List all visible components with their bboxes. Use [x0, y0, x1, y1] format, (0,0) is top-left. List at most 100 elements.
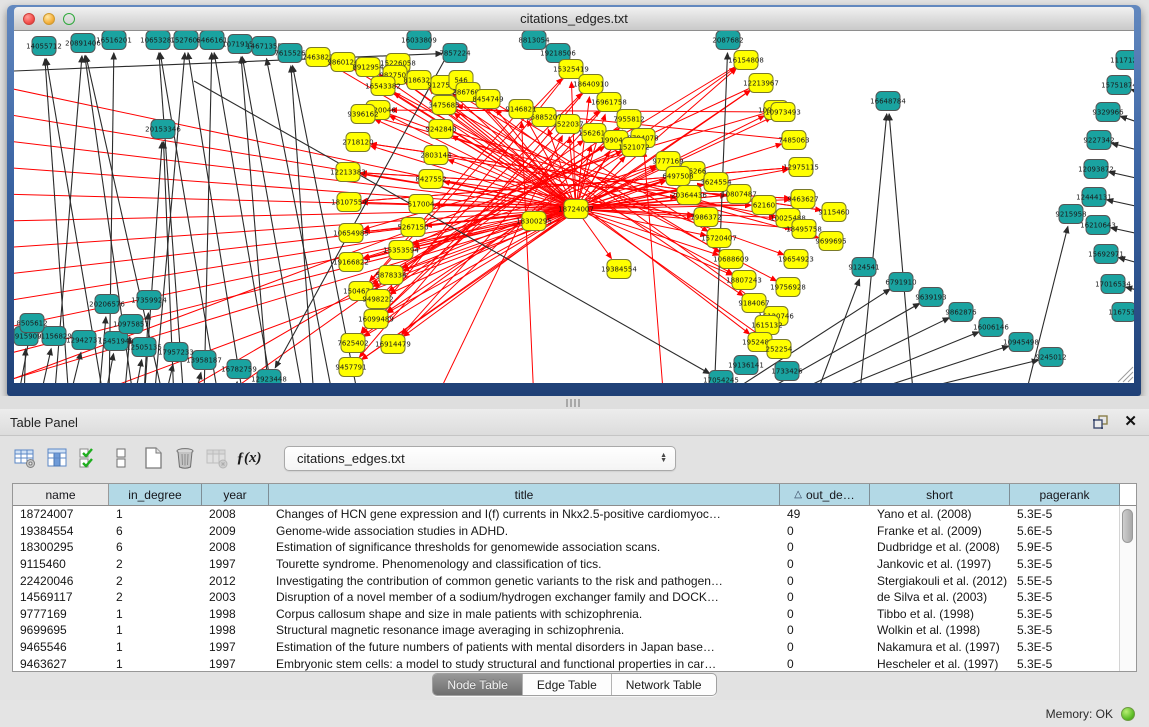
table-cell[interactable]: Dudbridge et al. (2008)	[870, 540, 1010, 554]
column-header-out_de[interactable]: △out_de…	[780, 484, 870, 505]
graph-node[interactable]: 9396162	[347, 105, 378, 124]
graph-node[interactable]: 12093872	[1078, 160, 1114, 179]
graph-node[interactable]: 16648784	[870, 92, 906, 111]
table-cell[interactable]: 49	[780, 507, 870, 521]
table-cell[interactable]: 18724007	[13, 507, 109, 521]
table-cell[interactable]: Disruption of a novel member of a sodium…	[269, 590, 780, 604]
graph-node[interactable]: 9242848	[425, 120, 456, 139]
graph-node[interactable]: 20206576	[89, 295, 125, 314]
table-cell[interactable]: 22420046	[13, 574, 109, 588]
graph-node[interactable]: 16033809	[401, 31, 437, 50]
graph-node[interactable]: 2803144	[420, 146, 452, 165]
graph-node[interactable]: 7986372	[690, 208, 721, 227]
table-cell[interactable]: 2	[109, 557, 202, 571]
table-cell[interactable]: Franke et al. (2009)	[870, 524, 1010, 538]
table-cell[interactable]: 14569117	[13, 590, 109, 604]
table-cell[interactable]: 2	[109, 574, 202, 588]
graph-node[interactable]: 1733426	[771, 362, 803, 381]
table-cell[interactable]: 2008	[202, 540, 269, 554]
table-row[interactable]: 1830029562008Estimation of significance …	[13, 539, 1120, 556]
graph-node[interactable]: 18107554	[331, 193, 367, 212]
window-resize-grip[interactable]	[1118, 367, 1133, 382]
graph-node[interactable]: 9463627	[787, 190, 818, 209]
table-cell[interactable]: 9465546	[13, 640, 109, 654]
table-cell[interactable]: 6	[109, 540, 202, 554]
table-cell[interactable]: 5.3E-5	[1010, 623, 1120, 637]
table-cell[interactable]: 9699695	[13, 623, 109, 637]
graph-node[interactable]: 2087682	[712, 31, 743, 50]
graph-node[interactable]: 7857224	[439, 44, 471, 63]
graph-node[interactable]: 20153346	[145, 120, 181, 139]
graph-node[interactable]: 11171243	[1110, 51, 1134, 70]
graph-node[interactable]: 10945498	[1003, 333, 1039, 352]
graph-node[interactable]: 9862876	[945, 303, 977, 322]
table-cell[interactable]: Jankovic et al. (1997)	[870, 557, 1010, 571]
delete-table-icon[interactable]	[172, 445, 198, 471]
graph-node[interactable]: 9227342	[1083, 131, 1114, 150]
table-cell[interactable]: Structural magnetic resonance image aver…	[269, 623, 780, 637]
graph-node[interactable]: 19166822	[333, 253, 369, 272]
table-cell[interactable]: Estimation of the future numbers of pati…	[269, 640, 780, 654]
table-cell[interactable]: Wolkin et al. (1998)	[870, 623, 1010, 637]
graph-node[interactable]: 8813054	[518, 31, 550, 50]
graph-node[interactable]: 8427552	[415, 170, 446, 189]
close-panel-icon[interactable]: ✕	[1124, 414, 1137, 430]
graph-node[interactable]: 16154808	[728, 51, 764, 70]
table-row[interactable]: 2242004622012Investigating the contribut…	[13, 572, 1120, 589]
new-table-icon[interactable]	[140, 445, 166, 471]
table-select-dropdown[interactable]: citations_edges.txt ▲▼	[284, 446, 676, 471]
float-panel-icon[interactable]	[1092, 414, 1110, 430]
graph-node[interactable]: 15751874	[1101, 76, 1134, 95]
graph-node[interactable]: 2718120	[342, 133, 373, 152]
table-cell[interactable]: 2003	[202, 590, 269, 604]
table-cell[interactable]: 1	[109, 657, 202, 671]
table-cell[interactable]: 0	[780, 590, 870, 604]
graph-node[interactable]: 7485063	[778, 131, 809, 150]
table-cell[interactable]: Stergiakouli et al. (2012)	[870, 574, 1010, 588]
table-cell[interactable]: 9115460	[13, 557, 109, 571]
graph-node[interactable]: 1167534	[1108, 303, 1134, 322]
scrollbar-thumb[interactable]	[1122, 509, 1133, 543]
graph-node[interactable]: 9215958	[1055, 205, 1086, 224]
graph-node[interactable]: 9245012	[1035, 348, 1066, 367]
graph-node[interactable]: 252254	[766, 340, 793, 359]
window-titlebar[interactable]: citations_edges.txt	[14, 7, 1134, 31]
table-cell[interactable]: 1997	[202, 557, 269, 571]
select-rows-icon[interactable]	[76, 445, 102, 471]
column-header-name[interactable]: name	[13, 484, 109, 505]
table-cell[interactable]: Changes of HCN gene expression and I(f) …	[269, 507, 780, 521]
table-cell[interactable]: 1998	[202, 607, 269, 621]
graph-node[interactable]: 16961758	[591, 93, 627, 112]
column-header-in_degree[interactable]: in_degree	[109, 484, 202, 505]
graph-node[interactable]: 1615132	[751, 316, 782, 335]
graph-node[interactable]: 9457791	[335, 358, 366, 377]
tab-network-table[interactable]: Network Table	[611, 674, 716, 695]
graph-node[interactable]: 19136141	[728, 356, 764, 375]
table-cell[interactable]: 0	[780, 640, 870, 654]
graph-node[interactable]: 16006146	[973, 318, 1009, 337]
graph-node[interactable]: 9329966	[1092, 103, 1124, 122]
graph-node[interactable]: 16914479	[375, 335, 411, 354]
table-cell[interactable]: 5.9E-5	[1010, 540, 1120, 554]
graph-node[interactable]: 19654923	[778, 250, 814, 269]
table-cell[interactable]: 2012	[202, 574, 269, 588]
table-cell[interactable]: 5.3E-5	[1010, 607, 1120, 621]
function-builder-icon[interactable]: ƒ(x)	[236, 445, 262, 471]
graph-node[interactable]: 1521072	[618, 138, 649, 157]
graph-node[interactable]: 7615526	[274, 44, 306, 63]
table-cell[interactable]: 5.5E-5	[1010, 574, 1120, 588]
column-visibility-icon[interactable]	[44, 445, 70, 471]
table-cell[interactable]: 9463627	[13, 657, 109, 671]
table-cell[interactable]: 0	[780, 623, 870, 637]
table-cell[interactable]: 0	[780, 657, 870, 671]
table-cell[interactable]: Tourette syndrome. Phenomenology and cla…	[269, 557, 780, 571]
table-cell[interactable]: de Silva et al. (2003)	[870, 590, 1010, 604]
table-cell[interactable]: Nakamura et al. (1997)	[870, 640, 1010, 654]
table-cell[interactable]: 5.3E-5	[1010, 507, 1120, 521]
table-cell[interactable]: Estimation of significance thresholds fo…	[269, 540, 780, 554]
graph-node[interactable]: 5878334	[375, 266, 407, 285]
graph-node[interactable]: 14055712	[26, 37, 62, 56]
table-cell[interactable]: 2008	[202, 507, 269, 521]
table-row[interactable]: 1938455462009Genome-wide association stu…	[13, 523, 1120, 540]
graph-node[interactable]: 17016534	[1095, 275, 1131, 294]
